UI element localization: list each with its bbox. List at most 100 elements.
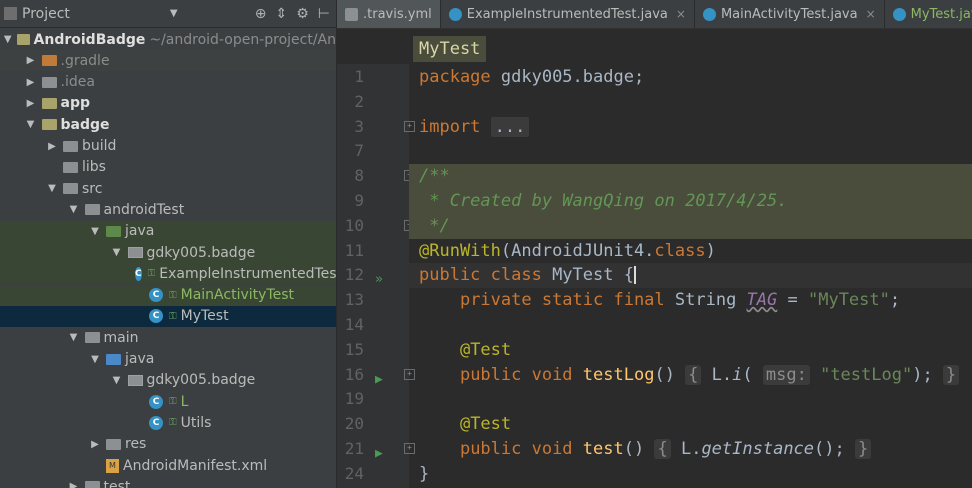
view-dropdown-chevron-icon[interactable]: ▼ (170, 8, 178, 19)
tree-item[interactable]: ▼ java (0, 349, 336, 370)
editor-tab[interactable]: MainActivityTest.java × (695, 0, 885, 28)
collapse-all-icon[interactable]: ⇕ (276, 6, 288, 22)
collapsed-arrow-icon[interactable]: ▶ (24, 55, 38, 66)
collapsed-arrow-icon[interactable]: ▶ (67, 481, 81, 488)
tree-item[interactable]: C ⚿ Utils (0, 412, 336, 433)
tab-label: MainActivityTest.java (720, 6, 858, 22)
tree-item[interactable]: ▼ androidTest (0, 199, 336, 220)
tree-item-label: build (82, 138, 117, 154)
tree-item[interactable]: ▼ main (0, 327, 336, 348)
editor-gutter: 123+78+910+1112»13141516▶+192021▶+24 (337, 64, 415, 488)
code-line[interactable]: @RunWith(AndroidJUnit4.class) (409, 239, 972, 264)
folder-icon (106, 438, 121, 450)
tree-item[interactable]: ▶ app (0, 93, 336, 114)
collapsed-arrow-icon[interactable]: ▶ (45, 141, 59, 152)
code-line[interactable] (409, 139, 972, 164)
tree-item[interactable]: libs (0, 157, 336, 178)
project-path: ~/android-open-project/An (149, 31, 336, 48)
tree-item[interactable]: C ⚿ L (0, 391, 336, 412)
code-line[interactable] (409, 387, 972, 412)
code-line[interactable]: /** (409, 164, 972, 189)
code-editor[interactable]: package gdky005.badge; import ... /** * Cr… (409, 64, 972, 488)
access-icon: ⚿ (169, 396, 177, 408)
line-number: 16 ▶ + (337, 363, 415, 388)
tree-item[interactable]: ▶ test (0, 476, 336, 488)
line-number-text: 8 (354, 166, 364, 186)
code-line[interactable]: package gdky005.badge; (409, 65, 972, 90)
tree-item-label: MainActivityTest (180, 287, 294, 304)
folder-icon (106, 353, 121, 365)
close-tab-icon[interactable]: × (866, 7, 876, 21)
code-line[interactable] (409, 313, 972, 338)
code-line[interactable]: public class MyTest { (409, 263, 972, 289)
line-number-text: 14 (344, 315, 364, 334)
tree-item[interactable]: ▶ res (0, 434, 336, 455)
tree-item[interactable]: ▼ java (0, 220, 336, 242)
line-number-text: 24 (344, 463, 364, 483)
tree-item[interactable]: ▼ src (0, 178, 336, 199)
line-number-text: 19 (344, 389, 364, 409)
line-number: 19 (337, 387, 409, 412)
code-line[interactable]: public void test() { L.getInstance(); } (409, 437, 972, 462)
java-class-icon: C (149, 415, 163, 430)
code-line[interactable]: @Test (409, 338, 972, 363)
code-line[interactable]: public void testLog() { L.i( msg: "testL… (409, 363, 972, 388)
tree-item[interactable]: C ⚿ MainActivityTest (0, 284, 336, 306)
expanded-arrow-icon[interactable]: ▼ (45, 183, 59, 194)
tree-item[interactable]: ▼ AndroidBadge ~/android-open-project/An (0, 29, 336, 50)
folder-icon (41, 55, 57, 67)
code-line[interactable]: @Test (409, 412, 972, 437)
close-tab-icon[interactable]: × (676, 7, 686, 21)
tree-item[interactable]: ▼ gdky005.badge (0, 370, 336, 391)
tree-item[interactable]: C ⚿ MyTest (0, 305, 336, 327)
java-class-icon (892, 7, 906, 21)
line-number: 24 (337, 462, 409, 487)
collapsed-arrow-icon[interactable]: ▶ (24, 98, 38, 109)
expanded-arrow-icon[interactable]: ▼ (67, 204, 81, 215)
tree-item[interactable]: ▼ gdky005.badge (0, 242, 336, 263)
java-class-icon (702, 7, 716, 21)
tree-item-label: java (125, 351, 155, 367)
expanded-arrow-icon[interactable]: ▼ (24, 119, 38, 130)
java-class-icon: C (135, 266, 142, 281)
line-number: 2 (337, 90, 409, 115)
java-class-icon: C (149, 394, 163, 409)
tree-item-label: test (103, 478, 131, 488)
tree-item-label: java (125, 223, 155, 240)
line-number: 10+ (337, 214, 415, 239)
expanded-arrow-icon[interactable]: ▼ (67, 332, 81, 343)
editor-tab[interactable]: .travis.yml (337, 0, 441, 28)
line-number: 7 (337, 139, 409, 164)
settings-gear-icon[interactable]: ⚙ (296, 6, 309, 22)
folder-icon (106, 225, 121, 237)
collapsed-arrow-icon[interactable]: ▶ (24, 77, 38, 88)
code-line[interactable]: import ... (409, 115, 972, 140)
code-line[interactable]: * Created by WangQing on 2017/4/25. (409, 189, 972, 214)
hide-panel-icon[interactable]: ⊢ (318, 6, 330, 22)
expanded-arrow-icon[interactable]: ▼ (110, 375, 124, 386)
expanded-arrow-icon[interactable]: ▼ (2, 34, 13, 45)
package-icon (127, 247, 143, 258)
tree-item[interactable]: ▶ build (0, 136, 336, 157)
code-line[interactable]: private static final String TAG = "MyTes… (409, 288, 972, 313)
line-number-text: 11 (344, 240, 364, 260)
tree-item[interactable]: ▼ badge (0, 114, 336, 135)
line-number-text: 20 (344, 414, 364, 434)
tree-item[interactable]: C ⚿ ExampleInstrumentedTest (0, 263, 336, 285)
tree-item[interactable]: ▶ .idea (0, 72, 336, 93)
tree-item[interactable]: ▶ .gradle (0, 50, 336, 72)
breadcrumb[interactable]: MyTest (413, 36, 487, 62)
scroll-from-source-icon[interactable]: ⊕ (255, 6, 267, 22)
line-number-text: 9 (354, 191, 364, 210)
code-line[interactable]: } (409, 462, 972, 487)
expanded-arrow-icon[interactable]: ▼ (88, 226, 102, 237)
folder-icon (84, 481, 100, 488)
collapsed-arrow-icon[interactable]: ▶ (88, 439, 102, 450)
code-line[interactable]: */ (409, 213, 972, 239)
editor-tab[interactable]: MyTest.java (885, 0, 972, 28)
expanded-arrow-icon[interactable]: ▼ (88, 354, 102, 365)
code-line[interactable] (409, 90, 972, 115)
expanded-arrow-icon[interactable]: ▼ (110, 247, 124, 258)
editor-tab[interactable]: ExampleInstrumentedTest.java × (441, 0, 695, 28)
tree-item[interactable]: M AndroidManifest.xml (0, 455, 336, 476)
